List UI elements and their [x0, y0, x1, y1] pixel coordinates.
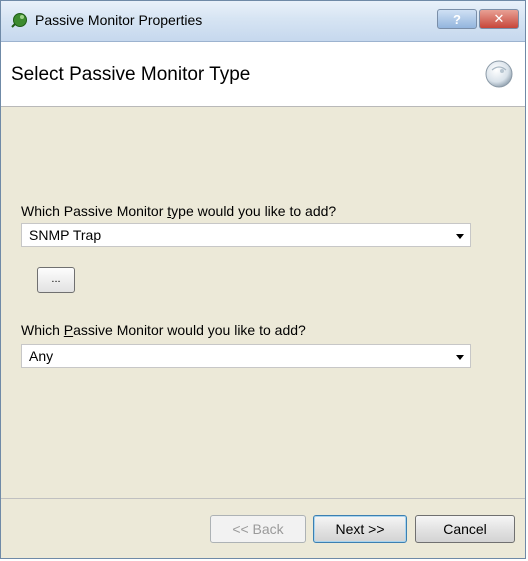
monitor-label-part: assive Monitor would you like to add?: [73, 322, 306, 338]
wizard-body: Which Passive Monitor type would you lik…: [1, 107, 525, 497]
passive-monitor-type-value: SNMP Trap: [29, 227, 102, 243]
passive-monitor-select[interactable]: Any: [21, 344, 471, 368]
close-button[interactable]: ✕: [479, 9, 519, 29]
wizard-header: Select Passive Monitor Type: [1, 42, 525, 107]
title-bar[interactable]: Passive Monitor Properties ? ✕: [1, 1, 525, 42]
passive-monitor-properties-dialog: Passive Monitor Properties ? ✕ Select Pa…: [0, 0, 526, 559]
back-button[interactable]: << Back: [210, 515, 306, 543]
window-title: Passive Monitor Properties: [35, 12, 203, 28]
passive-monitor-type-select[interactable]: SNMP Trap: [21, 223, 471, 247]
browse-button[interactable]: ...: [37, 267, 75, 293]
footer-divider: [1, 498, 525, 499]
title-buttons: ? ✕: [437, 9, 519, 31]
monitor-label-accelerator: P: [63, 322, 74, 338]
wizard-globe-icon: [485, 60, 513, 88]
app-icon: [11, 13, 27, 28]
page-title: Select Passive Monitor Type: [11, 64, 251, 85]
monitor-label-part: Which: [21, 322, 64, 338]
passive-monitor-label: Which Passive Monitor would you like to …: [21, 322, 306, 338]
chevron-down-icon: [456, 355, 464, 360]
cancel-button[interactable]: Cancel: [415, 515, 515, 543]
help-button[interactable]: ?: [437, 9, 477, 29]
type-label-part: Which Passive Monitor: [21, 203, 168, 219]
type-label-part: ype would you like to add?: [171, 203, 337, 219]
passive-monitor-type-label: Which Passive Monitor type would you lik…: [21, 203, 336, 219]
passive-monitor-value: Any: [29, 348, 54, 364]
chevron-down-icon: [456, 234, 464, 239]
next-button[interactable]: Next >>: [313, 515, 407, 543]
